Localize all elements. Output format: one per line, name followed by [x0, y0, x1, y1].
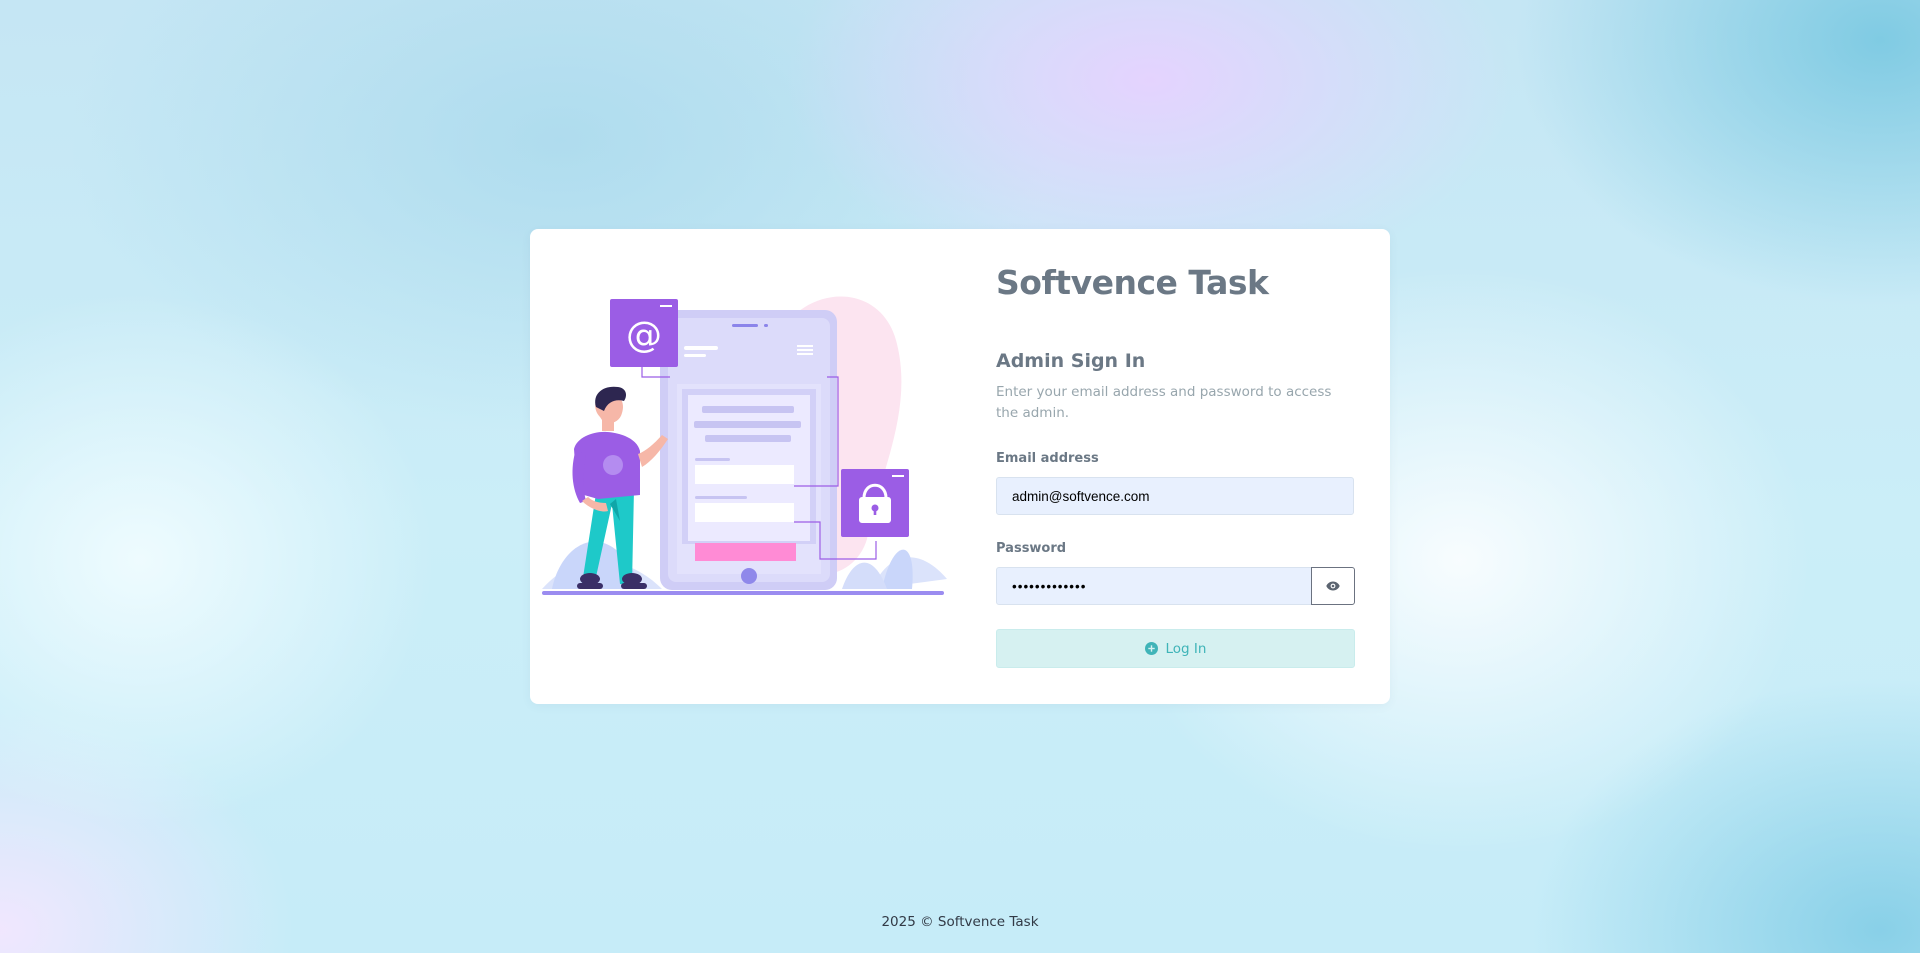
login-card: @ Softvence Task Admin Sign In Enter you… [530, 229, 1390, 704]
footer-copyright: 2025 © Softvence Task [881, 914, 1039, 930]
svg-text:@: @ [626, 315, 662, 356]
form-description: Enter your email address and password to… [996, 384, 1332, 421]
form-heading: Admin Sign In [996, 350, 1146, 372]
email-label: Email address [996, 451, 1099, 466]
signin-illustration: @ [542, 289, 952, 644]
login-button[interactable]: Log In [996, 629, 1355, 668]
password-label: Password [996, 541, 1067, 556]
eye-icon [1326, 581, 1340, 591]
password-field[interactable] [996, 567, 1313, 605]
app-title: Softvence Task [996, 263, 1269, 302]
plus-circle-icon [1144, 642, 1158, 655]
login-button-label: Log In [1165, 640, 1207, 657]
show-password-button[interactable] [1311, 567, 1355, 605]
email-field[interactable] [996, 477, 1354, 515]
